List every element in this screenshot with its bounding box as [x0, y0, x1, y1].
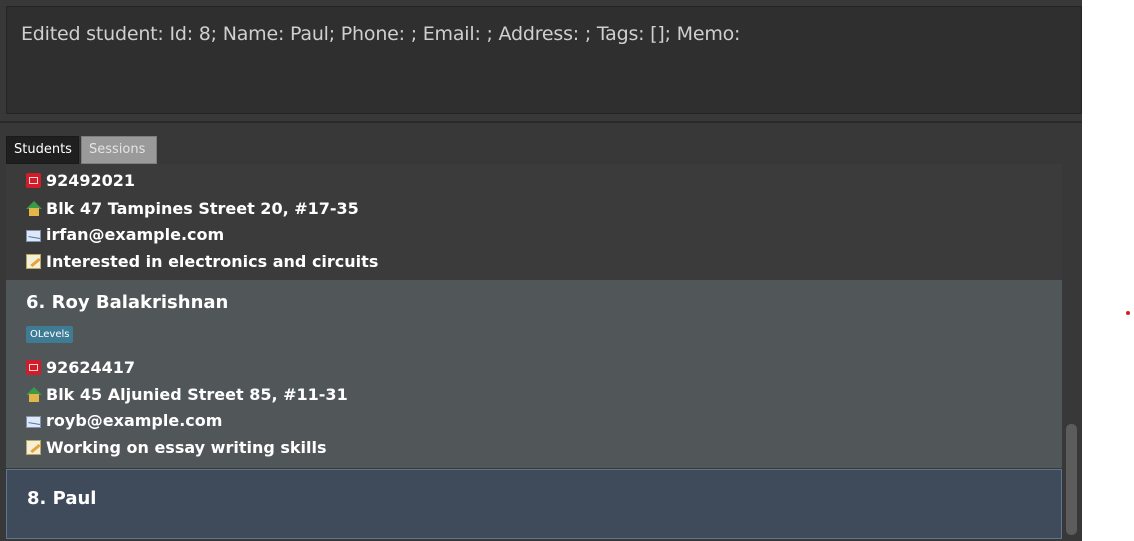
phone-icon: [26, 360, 41, 375]
tag-badge: OLevels: [26, 326, 74, 343]
cursor-dot: [1126, 311, 1130, 315]
student-card-selected[interactable]: 8. Paul: [6, 469, 1062, 539]
phone-text: 92624417: [46, 358, 136, 377]
student-phone: 92492021: [26, 171, 135, 190]
memo-icon: [26, 440, 41, 455]
student-address: Blk 45 Aljunied Street 85, #11-31: [26, 385, 348, 404]
result-display[interactable]: Edited student: Id: 8; Name: Paul; Phone…: [6, 6, 1082, 114]
memo-text: Interested in electronics and circuits: [46, 252, 379, 271]
result-message: Edited student: Id: 8; Name: Paul; Phone…: [21, 23, 741, 45]
student-name: 6. Roy Balakrishnan: [26, 292, 229, 313]
app-window: Edited student: Id: 8; Name: Paul; Phone…: [0, 0, 1082, 541]
student-name: 8. Paul: [27, 488, 97, 509]
home-icon: [26, 387, 42, 402]
address-text: Blk 45 Aljunied Street 85, #11-31: [46, 385, 348, 404]
email-text: royb@example.com: [46, 411, 223, 430]
student-email: irfan@example.com: [26, 225, 224, 244]
email-text: irfan@example.com: [46, 225, 225, 244]
student-address: Blk 47 Tampines Street 20, #17-35: [26, 199, 359, 218]
address-text: Blk 47 Tampines Street 20, #17-35: [46, 199, 359, 218]
student-card[interactable]: 6. Roy Balakrishnan OLevels 92624417 Blk…: [6, 280, 1062, 468]
mail-icon: [26, 229, 41, 242]
student-card[interactable]: 92492021 Blk 47 Tampines Street 20, #17-…: [6, 164, 1062, 280]
home-icon: [26, 201, 42, 216]
mail-icon: [26, 415, 41, 428]
phone-icon: [26, 173, 41, 188]
phone-text: 92492021: [46, 171, 136, 190]
student-memo: Interested in electronics and circuits: [26, 252, 378, 271]
student-memo: Working on essay writing skills: [26, 438, 327, 457]
student-list[interactable]: 92492021 Blk 47 Tampines Street 20, #17-…: [6, 164, 1062, 541]
divider: [0, 121, 1082, 123]
tab-students[interactable]: Students: [6, 136, 79, 164]
student-phone: 92624417: [26, 358, 135, 377]
student-email: royb@example.com: [26, 411, 222, 430]
scrollbar-thumb[interactable]: [1066, 424, 1077, 535]
memo-text: Working on essay writing skills: [46, 438, 327, 457]
tab-sessions[interactable]: Sessions: [81, 136, 157, 164]
memo-icon: [26, 254, 41, 269]
